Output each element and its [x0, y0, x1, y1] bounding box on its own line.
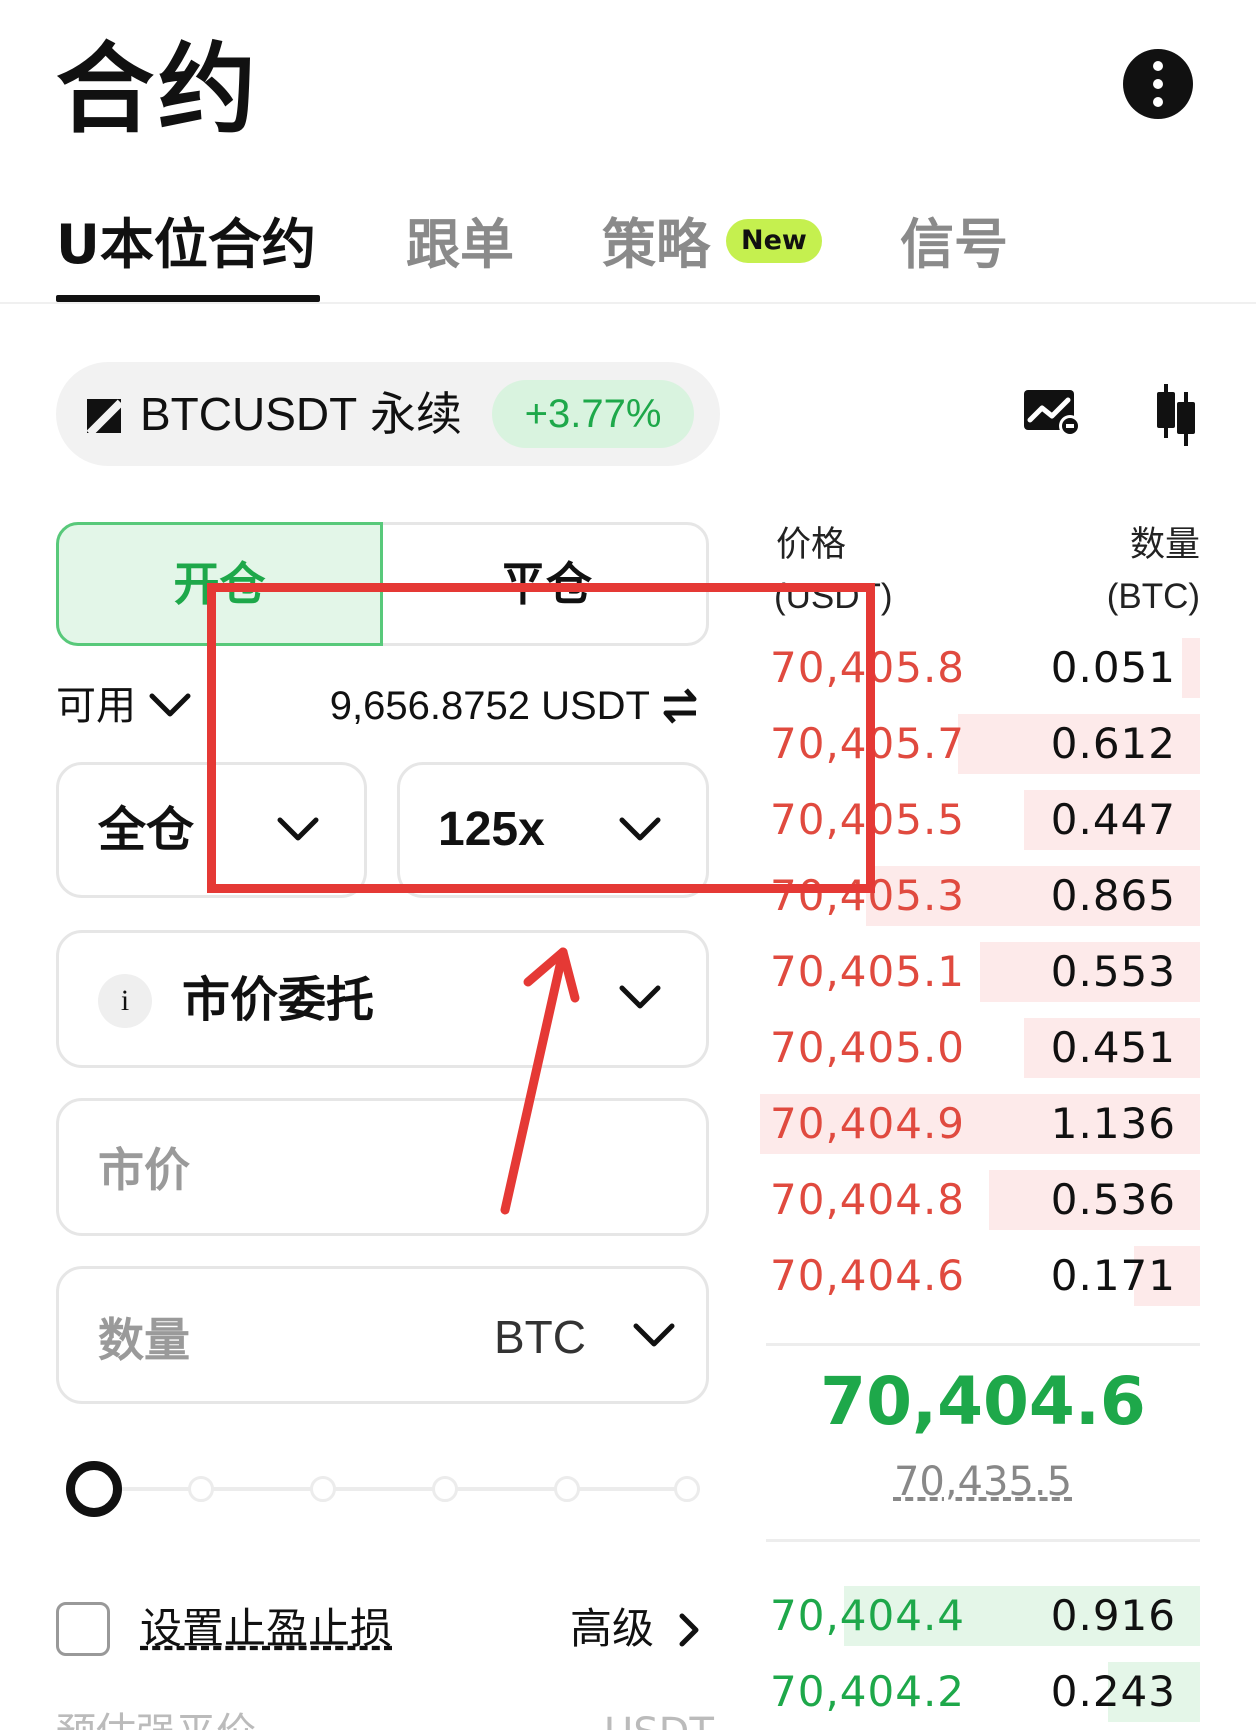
info-icon[interactable]: i	[98, 974, 152, 1028]
slider-stop[interactable]	[554, 1476, 580, 1502]
margin-mode-label: 全仓	[98, 802, 195, 858]
slider-stop[interactable]	[674, 1476, 700, 1502]
tab-copy-trading[interactable]: 跟单	[406, 210, 514, 280]
tabs-divider	[0, 302, 1256, 304]
quantity-unit-select[interactable]: BTC	[494, 1307, 586, 1367]
last-price[interactable]: 70,404.6	[766, 1362, 1200, 1442]
ask-qty: 0.447	[1050, 795, 1176, 844]
chevron-right-icon[interactable]	[678, 1612, 700, 1648]
tab-usdt-futures[interactable]: U本位合约	[56, 210, 316, 280]
active-tab-indicator	[56, 295, 320, 302]
symbol-logo-icon	[87, 399, 121, 433]
new-badge: New	[726, 219, 822, 263]
orderbook-qty-header: 数量	[1129, 525, 1200, 565]
ask-qty: 0.612	[1050, 719, 1176, 768]
bid-row[interactable]: 70,404.2 0.243	[760, 1658, 1200, 1724]
bid-price: 70,404.4	[770, 1591, 966, 1640]
ask-price: 70,404.6	[770, 1251, 966, 1300]
orderbook-qty-unit: (BTC)	[1106, 577, 1200, 616]
more-vertical-icon[interactable]	[1123, 49, 1193, 119]
ask-price: 70,404.8	[770, 1175, 966, 1224]
chevron-down-icon[interactable]	[148, 690, 192, 720]
quantity-placeholder: 数量	[98, 1313, 190, 1367]
ask-row[interactable]: 70,405.1 0.553	[760, 938, 1200, 1004]
ask-qty: 1.136	[1050, 1099, 1176, 1148]
tpsl-checkbox[interactable]	[56, 1602, 110, 1656]
page-title: 合约	[56, 33, 261, 147]
advanced-link[interactable]: 高级	[570, 1600, 654, 1658]
orderbook-divider	[766, 1539, 1200, 1542]
ask-qty: 0.553	[1050, 947, 1176, 996]
ask-qty: 0.865	[1050, 871, 1176, 920]
chevron-down-icon	[619, 985, 661, 1009]
price-change-badge: +3.77%	[492, 380, 694, 448]
tab-signals[interactable]: 信号	[900, 210, 1008, 280]
ask-qty: 0.171	[1050, 1251, 1176, 1300]
ask-qty: 0.451	[1050, 1023, 1176, 1072]
bid-row[interactable]: 70,404.4 0.916	[760, 1582, 1200, 1648]
order-type-label: 市价委托	[182, 972, 375, 1028]
liquidation-price-label: 预估强平价	[56, 1708, 256, 1730]
ask-row[interactable]: 70,404.9 1.136	[760, 1090, 1200, 1156]
tab-strategy[interactable]: 策略	[602, 210, 710, 280]
mark-price[interactable]: 70,435.5	[766, 1456, 1200, 1508]
slider-stop[interactable]	[188, 1476, 214, 1502]
ask-row[interactable]: 70,404.8 0.536	[760, 1166, 1200, 1232]
ask-row[interactable]: 70,404.6 0.171	[760, 1242, 1200, 1308]
bid-price: 70,404.2	[770, 1667, 966, 1716]
available-label[interactable]: 可用	[56, 680, 136, 732]
orderbook-divider	[766, 1343, 1200, 1346]
slider-stop[interactable]	[432, 1476, 458, 1502]
annotation-highlight-box	[207, 583, 875, 893]
ask-price: 70,404.9	[770, 1099, 966, 1148]
kline-icon[interactable]	[1152, 384, 1198, 446]
symbol-name: BTCUSDT 永续	[140, 388, 463, 440]
ask-qty: 0.536	[1050, 1175, 1176, 1224]
ask-price: 70,405.1	[770, 947, 966, 996]
liquidation-price-unit: USDT	[604, 1708, 714, 1730]
slider-handle[interactable]	[66, 1461, 122, 1517]
orderbook-price-header: 价格	[776, 525, 847, 565]
chevron-down-icon[interactable]	[632, 1322, 676, 1350]
ask-depth-bar	[1182, 638, 1200, 698]
ask-row[interactable]: 70,405.0 0.451	[760, 1014, 1200, 1080]
price-placeholder: 市价	[98, 1143, 190, 1197]
chart-settings-icon[interactable]	[1022, 388, 1084, 438]
order-type-select[interactable]	[56, 930, 709, 1068]
bid-qty: 0.916	[1050, 1591, 1176, 1640]
tpsl-label[interactable]: 设置止盈止损	[140, 1600, 392, 1658]
slider-stop[interactable]	[310, 1476, 336, 1502]
annotation-arrow	[500, 947, 580, 1215]
ask-qty: 0.051	[1050, 643, 1176, 692]
bid-qty: 0.243	[1050, 1667, 1176, 1716]
ask-price: 70,405.0	[770, 1023, 966, 1072]
